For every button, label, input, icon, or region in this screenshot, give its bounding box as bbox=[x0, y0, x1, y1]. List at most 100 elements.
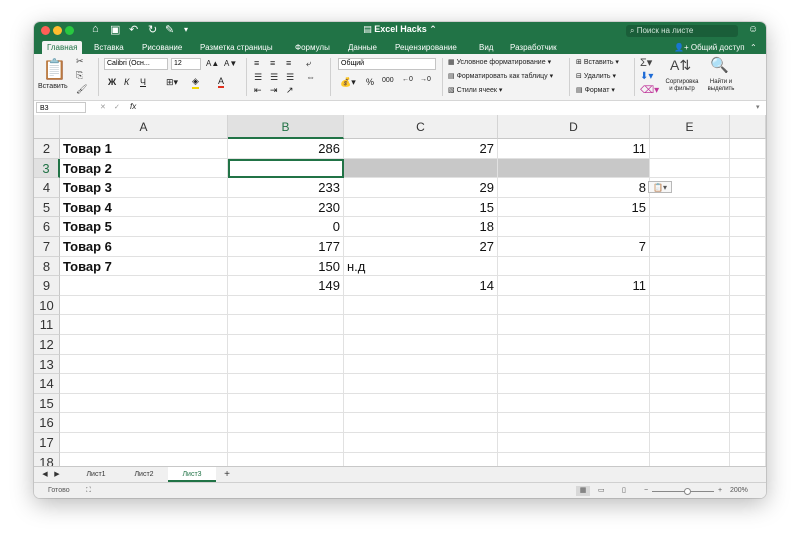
cell-f[interactable] bbox=[730, 452, 766, 466]
increase-decimal-icon[interactable]: ←0 bbox=[402, 76, 413, 83]
cell-b[interactable] bbox=[228, 374, 344, 394]
fill-icon[interactable]: ⬇▾ bbox=[640, 71, 653, 82]
cell-a[interactable] bbox=[60, 413, 228, 433]
cell-c[interactable]: 18 bbox=[344, 217, 498, 237]
format-painter-icon[interactable]: 🖌 bbox=[76, 84, 87, 95]
cell-a[interactable]: Товар 2 bbox=[60, 158, 228, 179]
cell-e[interactable] bbox=[650, 433, 730, 453]
cell-e[interactable] bbox=[650, 237, 730, 257]
cell-c[interactable] bbox=[344, 335, 498, 355]
paste-options-icon[interactable]: 📋▾ bbox=[648, 181, 672, 194]
cell-f[interactable] bbox=[730, 197, 766, 218]
normal-view-icon[interactable]: ▦ bbox=[576, 486, 590, 496]
cell-f[interactable] bbox=[730, 433, 766, 453]
cell-e[interactable] bbox=[650, 315, 730, 335]
cell-a[interactable] bbox=[60, 374, 228, 394]
cell-a[interactable] bbox=[60, 335, 228, 355]
font-size-select[interactable]: 12 bbox=[171, 58, 201, 70]
cell-f[interactable] bbox=[730, 393, 766, 414]
row-header[interactable]: 3 bbox=[34, 158, 60, 179]
paste-clipboard-icon[interactable]: 📋 bbox=[42, 57, 67, 82]
cell-d[interactable] bbox=[498, 335, 650, 355]
align-bottom-icon[interactable]: ≡ bbox=[286, 58, 291, 68]
sheet-tab-2[interactable]: Лист2 bbox=[120, 467, 168, 482]
column-header-d[interactable]: D bbox=[498, 115, 650, 139]
search-input[interactable]: ⌕ Поиск на листе bbox=[626, 25, 738, 37]
column-header-b[interactable]: B bbox=[228, 115, 344, 139]
cell-b[interactable] bbox=[228, 452, 344, 466]
cell-d[interactable]: 11 bbox=[498, 139, 650, 159]
cell-c[interactable]: 15 bbox=[344, 197, 498, 218]
cell-a[interactable]: Товар 3 bbox=[60, 178, 228, 198]
thousands-separator-icon[interactable]: 000 bbox=[382, 77, 394, 84]
cell-a[interactable] bbox=[60, 315, 228, 335]
orientation-icon[interactable]: ↗ bbox=[286, 85, 294, 96]
cancel-icon[interactable]: ✕ bbox=[100, 103, 106, 111]
format-as-table-button[interactable]: ▤ Форматировать как таблицу ▾ bbox=[448, 72, 553, 80]
delete-cells-button[interactable]: ⊟ Удалить ▾ bbox=[576, 72, 616, 80]
insert-cells-button[interactable]: ⊞ Вставить ▾ bbox=[576, 58, 619, 66]
align-center-icon[interactable]: ☰ bbox=[270, 72, 278, 83]
decrease-indent-icon[interactable]: ⇤ bbox=[254, 85, 262, 96]
row-header[interactable]: 10 bbox=[34, 295, 60, 316]
wrap-text-icon[interactable]: ⤶ bbox=[306, 58, 311, 69]
paste-button-label[interactable]: Вставить bbox=[38, 83, 68, 90]
enter-icon[interactable]: ✓ bbox=[114, 103, 120, 111]
row-header[interactable]: 15 bbox=[34, 393, 60, 414]
row-header[interactable]: 4 bbox=[34, 178, 60, 198]
row-header[interactable]: 14 bbox=[34, 374, 60, 394]
cell-f[interactable] bbox=[730, 139, 766, 159]
clear-icon[interactable]: ⌫▾ bbox=[640, 85, 659, 96]
sheet-tab-1[interactable]: Лист1 bbox=[72, 467, 120, 482]
column-header-c[interactable]: C bbox=[344, 115, 498, 139]
cell-c[interactable]: 29 bbox=[344, 178, 498, 198]
format-cells-button[interactable]: ▤ Формат ▾ bbox=[576, 86, 615, 94]
cell-f[interactable] bbox=[730, 295, 766, 316]
zoom-slider[interactable] bbox=[652, 491, 714, 492]
cell-a[interactable]: Товар 4 bbox=[60, 197, 228, 218]
copy-icon[interactable]: ⎘ bbox=[76, 70, 83, 81]
row-header[interactable]: 11 bbox=[34, 315, 60, 335]
cell-d[interactable]: 11 bbox=[498, 276, 650, 296]
row-header[interactable]: 18 bbox=[34, 452, 60, 466]
conditional-formatting-button[interactable]: ▦ Условное форматирование ▾ bbox=[448, 58, 551, 66]
cell-f[interactable] bbox=[730, 276, 766, 296]
sort-filter-label[interactable]: Сортировка и фильтр bbox=[664, 79, 700, 93]
cell-d[interactable] bbox=[498, 393, 650, 414]
sort-filter-icon[interactable]: A⇅ bbox=[670, 57, 691, 74]
cell-a[interactable] bbox=[60, 393, 228, 414]
row-header[interactable]: 5 bbox=[34, 197, 60, 218]
cell-f[interactable] bbox=[730, 354, 766, 375]
align-right-icon[interactable]: ☰ bbox=[286, 72, 294, 83]
cell-b[interactable]: 233 bbox=[228, 178, 344, 198]
select-all-corner[interactable] bbox=[34, 115, 60, 139]
cell-d[interactable] bbox=[498, 452, 650, 466]
cell-b[interactable]: 177 bbox=[228, 237, 344, 257]
cell-c[interactable] bbox=[344, 315, 498, 335]
increase-indent-icon[interactable]: ⇥ bbox=[270, 85, 278, 96]
cell-c[interactable] bbox=[344, 354, 498, 375]
cell-e[interactable] bbox=[650, 354, 730, 375]
cell-d[interactable] bbox=[498, 354, 650, 375]
tab-home[interactable]: Главная bbox=[42, 41, 83, 54]
cell-b[interactable]: 286 bbox=[228, 139, 344, 159]
tab-developer[interactable]: Разработчик bbox=[510, 41, 557, 54]
cell-e[interactable] bbox=[650, 276, 730, 296]
percent-icon[interactable]: % bbox=[366, 77, 374, 87]
find-select-icon[interactable]: 🔍 bbox=[710, 56, 729, 74]
ribbon-collapse-icon[interactable]: ⌃ bbox=[750, 41, 757, 54]
zoom-in-button[interactable]: + bbox=[718, 483, 722, 498]
name-box[interactable]: B3 bbox=[36, 102, 86, 113]
cell-b[interactable] bbox=[228, 295, 344, 316]
tab-page-layout[interactable]: Разметка страницы bbox=[200, 41, 273, 54]
row-header[interactable]: 16 bbox=[34, 413, 60, 433]
cell-f[interactable] bbox=[730, 315, 766, 335]
cell-b[interactable]: 230 bbox=[228, 197, 344, 218]
align-top-icon[interactable]: ≡ bbox=[254, 58, 259, 68]
merge-cells-icon[interactable]: ⇔ bbox=[306, 72, 315, 82]
cell-f[interactable] bbox=[730, 217, 766, 237]
cell-b[interactable] bbox=[228, 413, 344, 433]
column-header-e[interactable]: E bbox=[650, 115, 730, 139]
sheet-tab-3[interactable]: Лист3 bbox=[168, 467, 216, 482]
font-name-select[interactable]: Calibri (Осн... bbox=[104, 58, 168, 70]
